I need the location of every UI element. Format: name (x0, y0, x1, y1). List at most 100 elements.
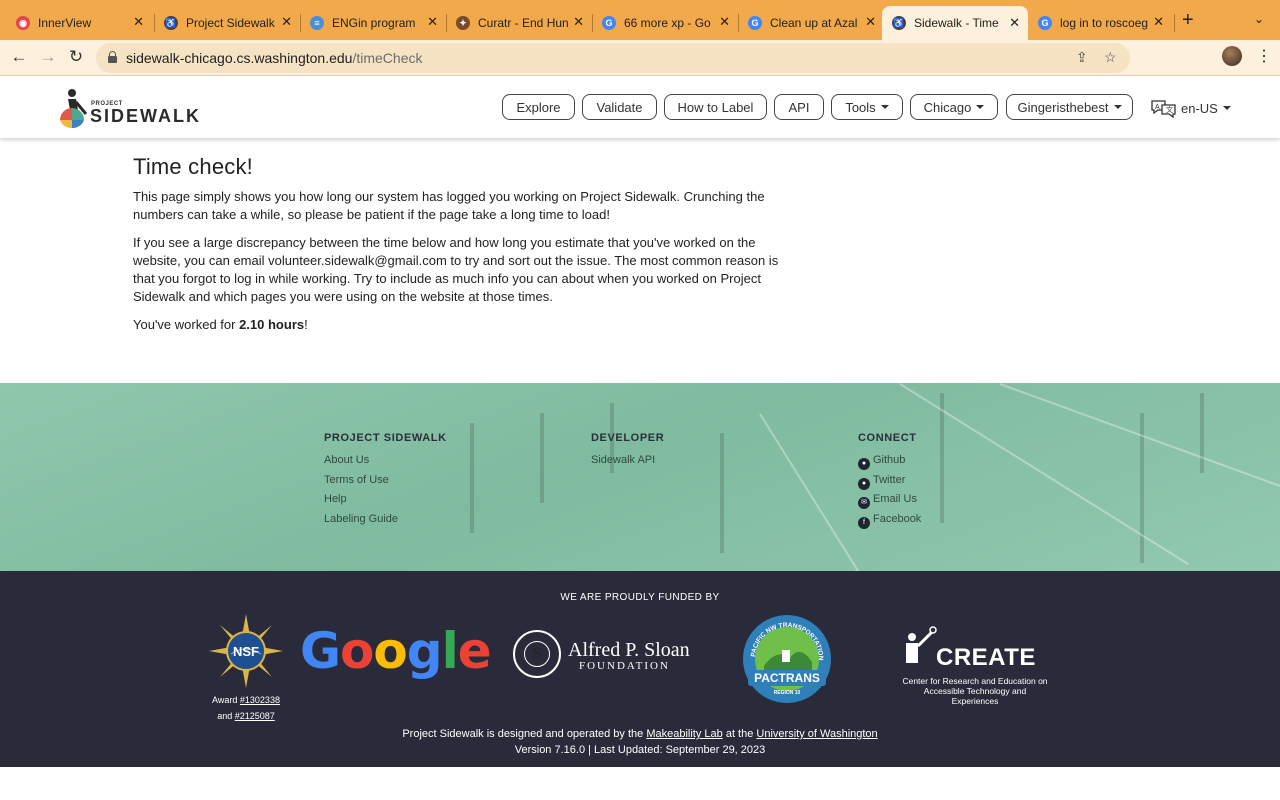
project-sidewalk-logo[interactable]: PROJECT SIDEWALK (58, 88, 202, 128)
language-label: en-US (1181, 100, 1218, 116)
footer-link-github[interactable]: ● Github (858, 451, 921, 471)
sloan-foundation-text: FOUNDATION (579, 660, 670, 672)
close-icon[interactable]: ✕ (427, 14, 438, 30)
award-prefix: Award (212, 695, 240, 705)
google-logo[interactable]: Google (300, 622, 492, 680)
time-worked-suffix: ! (304, 317, 308, 332)
caret-down-icon (1222, 106, 1231, 110)
facebook-label: Facebook (873, 512, 922, 525)
nav-api-button[interactable]: API (774, 94, 824, 120)
lock-icon (108, 51, 117, 63)
award-link-2[interactable]: #2125087 (235, 711, 275, 721)
bookmark-star-icon[interactable]: ☆ (1104, 49, 1117, 66)
language-dropdown[interactable]: A 文 en-US (1150, 98, 1231, 118)
tab-google-xp[interactable]: G 66 more xp - Go ✕ (602, 8, 738, 38)
browser-menu-icon[interactable]: ⋮ (1256, 46, 1272, 66)
tab-innerview[interactable]: ◉ InnerView ✕ (16, 8, 152, 38)
google-letter: l (441, 622, 459, 680)
nav-validate-button[interactable]: Validate (582, 94, 657, 120)
uw-link[interactable]: University of Washington (756, 728, 877, 740)
credit-text: Project Sidewalk is designed and operate… (0, 726, 1280, 758)
sloan-seal-letter: S (524, 641, 550, 667)
sidewalk-icon: ♿ (892, 16, 906, 30)
tab-label: Curatr - End Hun (478, 16, 569, 30)
forward-icon[interactable]: → (37, 47, 59, 67)
google-icon: G (602, 16, 616, 30)
url-path: /timeCheck (352, 50, 423, 66)
google-letter: o (340, 622, 374, 680)
logo-big-text: SIDEWALK (90, 106, 202, 126)
tab-label: InnerView (38, 16, 92, 30)
nav-how-to-label-button[interactable]: How to Label (664, 94, 767, 120)
close-icon[interactable]: ✕ (865, 14, 876, 30)
time-worked-text: You've worked for 2.10 hours! (133, 316, 793, 334)
nav-user-dropdown[interactable]: Gingeristhebest (1006, 94, 1133, 120)
create-logo[interactable]: CREATE Center for Research and Education… (900, 624, 1050, 706)
tab-search-chevron-icon[interactable]: ⌄ (1254, 12, 1264, 26)
tab-label: log in to roscoeg (1060, 16, 1149, 30)
nsf-text: NSF (233, 644, 259, 659)
pactrans-text: PACTRANS (754, 671, 820, 685)
footer-link-help[interactable]: Help (324, 490, 447, 510)
footer-link-email[interactable]: ✉ Email Us (858, 490, 921, 510)
sloan-foundation-logo[interactable]: S Alfred P. Sloan FOUNDATION (513, 630, 693, 684)
address-bar-row: ← → ↻ sidewalk-chicago.cs.washington.edu… (0, 40, 1280, 105)
google-icon: G (1038, 16, 1052, 30)
reload-icon[interactable]: ↻ (65, 47, 87, 67)
engin-icon: ≡ (310, 16, 324, 30)
pactrans-logo[interactable]: PACIFIC NW TRANSPORTATION CONSORTIUM PAC… (742, 614, 832, 704)
new-tab-icon[interactable]: + (1182, 9, 1194, 32)
create-subtitle-line-1: Center for Research and Education on (902, 676, 1048, 686)
tab-curatr[interactable]: ✦ Curatr - End Hun ✕ (456, 8, 592, 38)
create-subtitle: Center for Research and Education on Acc… (900, 676, 1050, 706)
url-host: sidewalk-chicago.cs.washington.edu (126, 50, 353, 66)
back-icon[interactable]: ← (8, 47, 30, 67)
browser-tab-strip: ◉ InnerView ✕ ♿ Project Sidewalk ✕ ≡ ENG… (0, 0, 1280, 40)
url-input[interactable]: sidewalk-chicago.cs.washington.edu/timeC… (96, 43, 1130, 73)
curatr-icon: ✦ (456, 16, 470, 30)
sidewalk-icon: ♿ (164, 16, 178, 30)
google-letter: g (406, 622, 443, 680)
tab-project-sidewalk[interactable]: ♿ Project Sidewalk ✕ (164, 8, 300, 38)
discrepancy-paragraph: If you see a large discrepancy between t… (133, 235, 779, 304)
tab-google-cleanup[interactable]: G Clean up at Azal ✕ (748, 8, 884, 38)
caret-down-icon (1113, 105, 1122, 109)
svg-text:文: 文 (1166, 105, 1173, 114)
city-label: Chicago (923, 99, 972, 115)
tab-label: 66 more xp - Go (624, 16, 711, 30)
makeability-lab-link[interactable]: Makeability Lab (646, 728, 722, 740)
footer-link-about-us[interactable]: About Us (324, 451, 447, 471)
award-link-1[interactable]: #1302338 (240, 695, 280, 705)
footer-link-facebook[interactable]: f Facebook (858, 510, 921, 530)
pactrans-region-text: REGION 10 (774, 690, 801, 696)
innerview-icon: ◉ (16, 16, 30, 30)
close-icon[interactable]: ✕ (719, 14, 730, 30)
footer-link-labeling-guide[interactable]: Labeling Guide (324, 510, 447, 530)
github-label: Github (873, 454, 906, 466)
nav-explore-button[interactable]: Explore (502, 94, 575, 120)
nsf-logo[interactable]: NSF (209, 614, 283, 688)
close-icon[interactable]: ✕ (573, 14, 584, 30)
tab-sidewalk-timecheck[interactable]: ♿ Sidewalk - Time ✕ (882, 6, 1028, 40)
close-icon[interactable]: ✕ (281, 14, 292, 30)
nav-tools-dropdown[interactable]: Tools (831, 94, 903, 120)
version-text: Version 7.16.0 | Last Updated: September… (514, 744, 766, 756)
share-icon[interactable]: ⇪ (1076, 49, 1088, 66)
close-icon[interactable]: ✕ (1153, 14, 1164, 30)
nav-city-dropdown[interactable]: Chicago (910, 94, 998, 120)
close-icon[interactable]: ✕ (133, 14, 144, 30)
close-icon[interactable]: ✕ (1009, 15, 1020, 31)
footer-heading: PROJECT SIDEWALK (324, 432, 447, 444)
tab-label: Clean up at Azal (770, 16, 858, 30)
footer-link-sidewalk-api[interactable]: Sidewalk API (591, 451, 664, 471)
tab-google-login[interactable]: G log in to roscoeg ✕ (1038, 8, 1172, 38)
footer-link-twitter[interactable]: ● Twitter (858, 471, 921, 491)
footer-heading: DEVELOPER (591, 432, 665, 444)
profile-avatar[interactable] (1222, 46, 1242, 66)
svg-text:A: A (1155, 104, 1160, 111)
footer-heading: CONNECT (858, 432, 917, 444)
tab-engin-program[interactable]: ≡ ENGin program ✕ (310, 8, 446, 38)
page-title: Time check! (133, 154, 253, 179)
credit-mid: at the (722, 728, 757, 740)
footer-link-terms[interactable]: Terms of Use (324, 471, 447, 491)
